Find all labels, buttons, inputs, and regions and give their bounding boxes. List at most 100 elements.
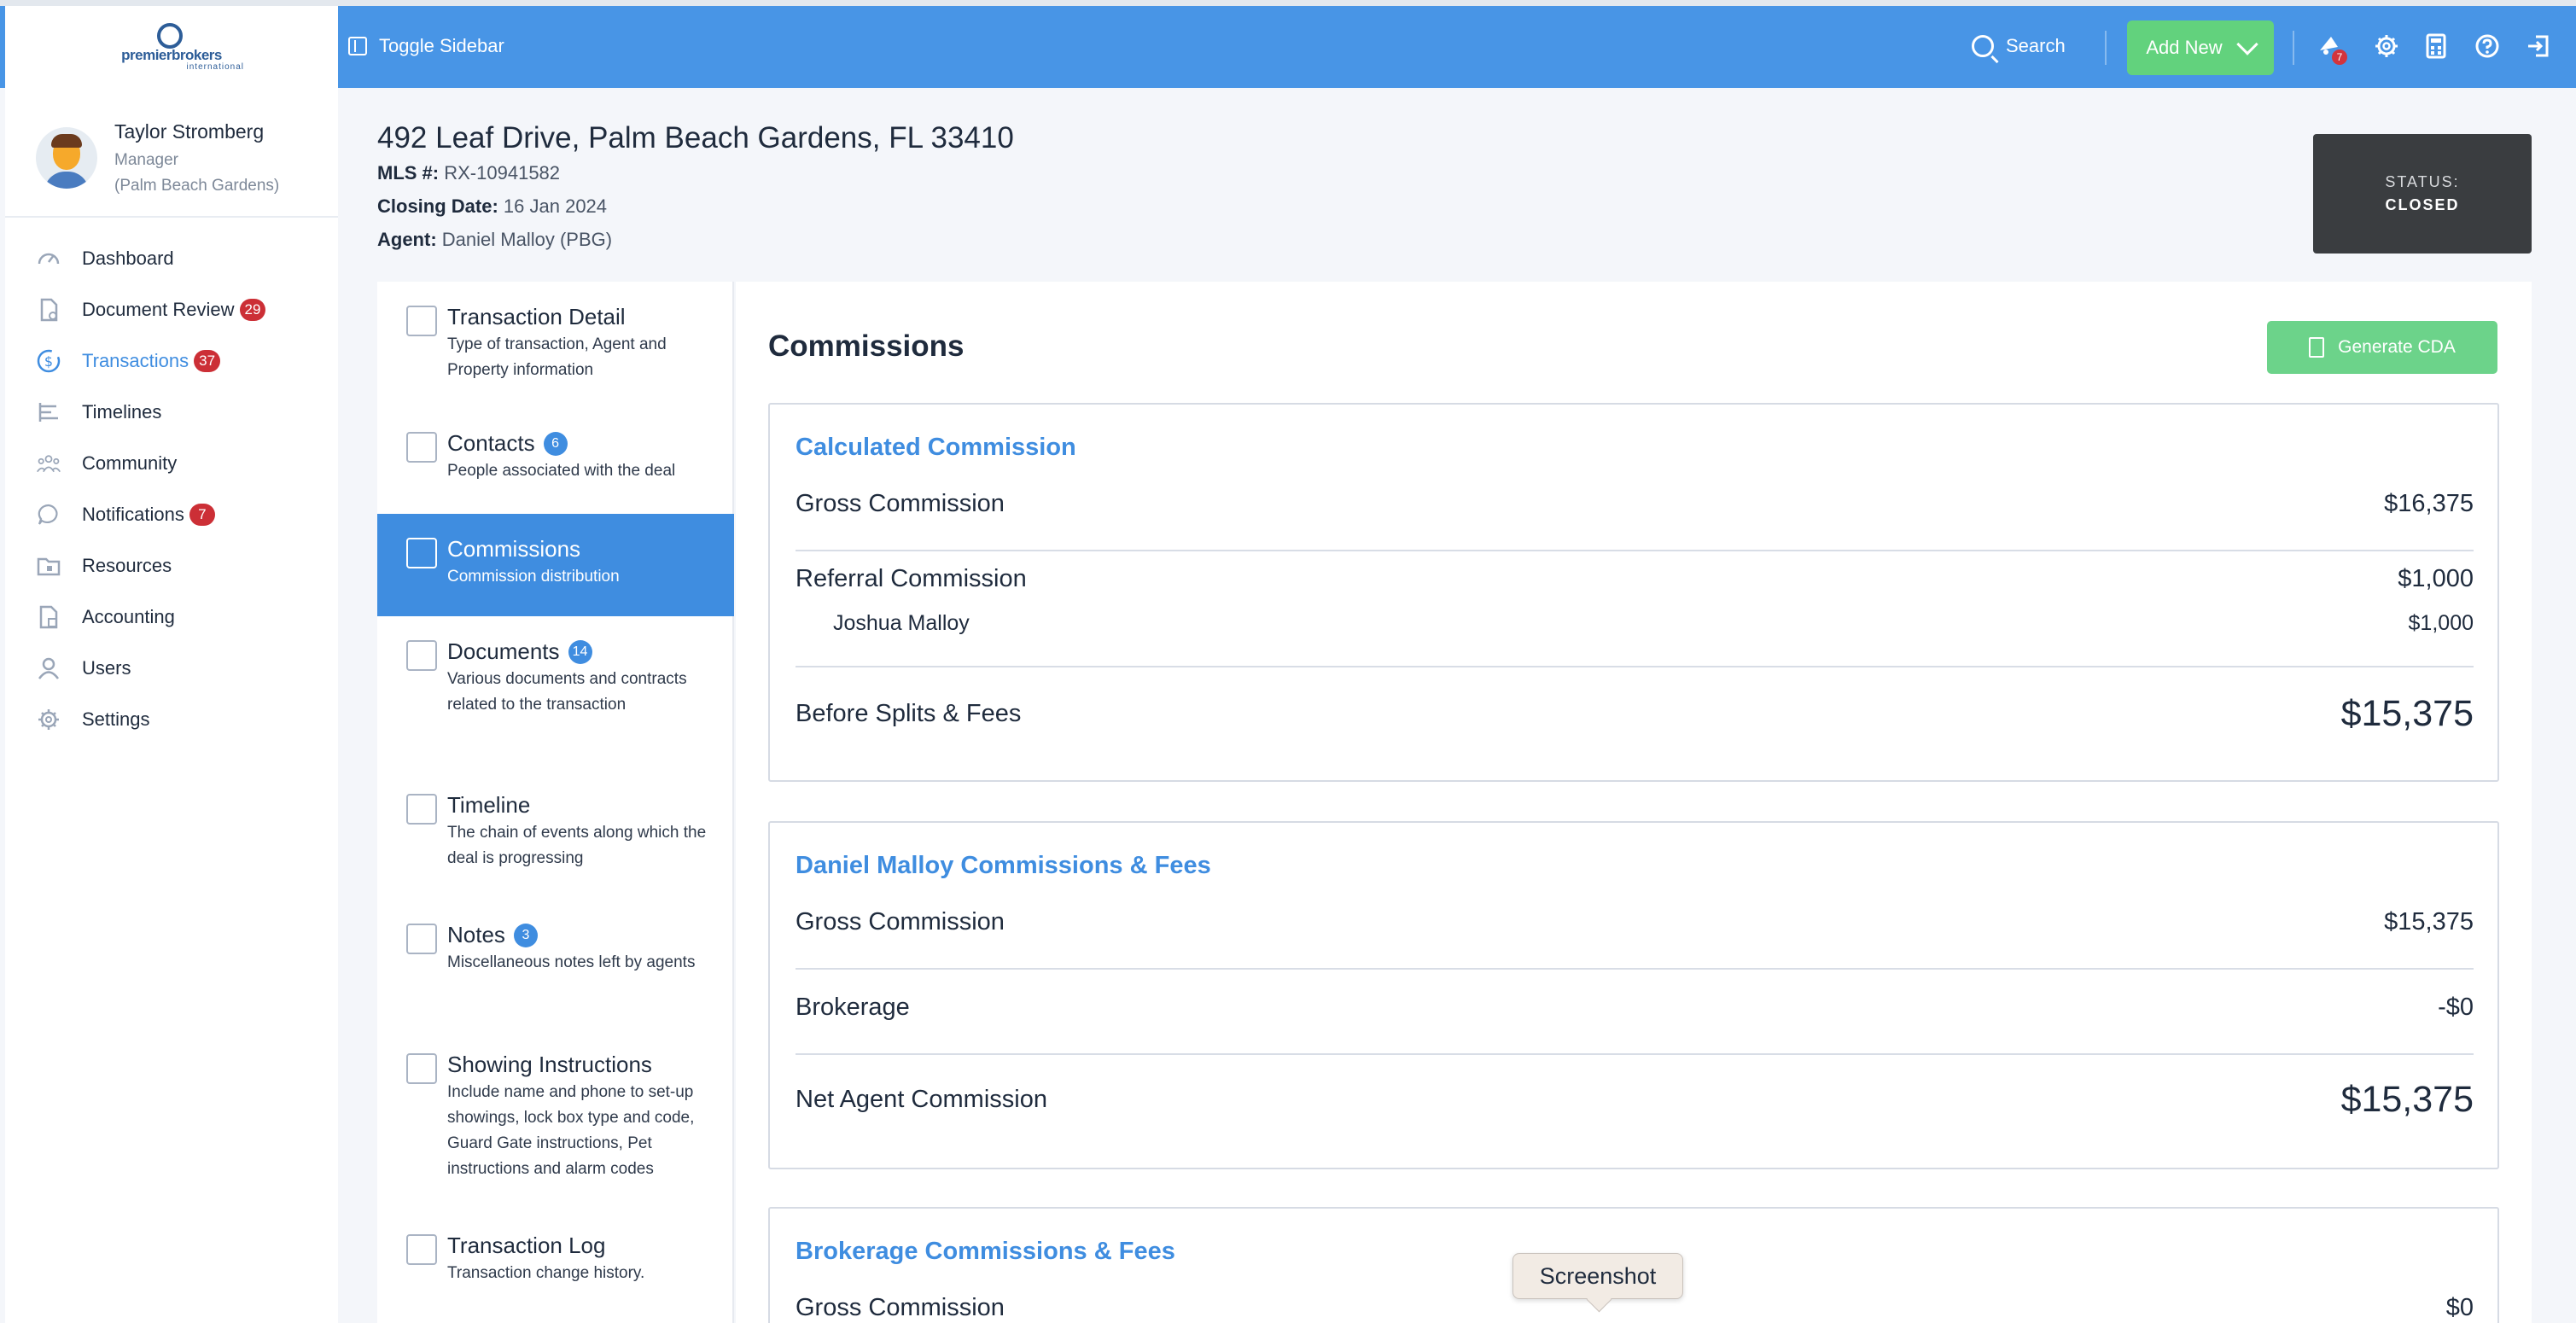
sidebar-item-label: Accounting (82, 606, 175, 627)
agent-commissions-card: Daniel Malloy Commissions & Fees Gross C… (768, 821, 2499, 1169)
row-label: Gross Commission (796, 490, 1005, 517)
documents-count-badge: 14 (568, 639, 592, 664)
page-title: 492 Leaf Drive, Palm Beach Gardens, FL 3… (377, 121, 1014, 154)
sidebar-item-settings[interactable]: Settings (5, 694, 338, 745)
gear-icon (2375, 35, 2398, 57)
community-icon (36, 451, 61, 476)
accounting-icon (36, 604, 61, 630)
status-value: CLOSED (2385, 196, 2460, 213)
sidebar-item-resources[interactable]: Resources (5, 540, 338, 592)
sidebar-item-label: Notifications (82, 504, 184, 525)
hand-money-icon (406, 538, 437, 568)
toggle-sidebar-icon (348, 37, 367, 55)
sidebar: Taylor Stromberg Manager (Palm Beach Gar… (5, 88, 338, 1323)
tab-description: Transaction change history. (447, 1264, 645, 1282)
transactions-badge: 37 (194, 350, 221, 372)
phone-book-icon (406, 432, 437, 463)
screenshot-tooltip: Screenshot (1512, 1253, 1683, 1299)
row-label: Gross Commission (796, 1294, 1005, 1321)
logout-icon (2528, 35, 2549, 57)
toggle-sidebar-button[interactable]: Toggle Sidebar (348, 29, 504, 63)
gross-commission-row: Gross Commission $15,375 (796, 908, 2474, 936)
sidebar-item-timelines[interactable]: Timelines (5, 387, 338, 438)
row-value: $1,000 (2398, 565, 2474, 592)
sidebar-item-accounting[interactable]: Accounting (5, 592, 338, 643)
calculated-commission-card: Calculated Commission Gross Commission $… (768, 403, 2499, 782)
row-label: Before Splits & Fees (796, 700, 1022, 727)
logo-word: premierbrokers (121, 47, 222, 63)
transaction-tabs: Transaction Detail Type of transaction, … (377, 282, 734, 1323)
document-review-badge: 29 (239, 299, 266, 321)
sidebar-item-document-review[interactable]: Document Review 29 (5, 284, 338, 335)
tab-transaction-log[interactable]: Transaction Log Transaction change histo… (377, 1210, 734, 1316)
add-new-button[interactable]: Add New (2127, 20, 2274, 75)
sidebar-item-dashboard[interactable]: Dashboard (5, 233, 338, 284)
tab-contacts[interactable]: Contacts 6 People associated with the dea… (377, 408, 734, 514)
row-label: Net Agent Commission (796, 1086, 1047, 1113)
tab-timeline[interactable]: Timeline The chain of events along which… (377, 770, 734, 900)
topbar-divider (2105, 31, 2107, 65)
sidebar-item-community[interactable]: Community (5, 438, 338, 489)
tab-commissions[interactable]: Commissions Commission distribution (377, 514, 734, 616)
row-value: $1,000 (2408, 611, 2474, 635)
tab-showing-instructions[interactable]: Showing Instructions Include name and ph… (377, 1029, 734, 1210)
user-role: Manager (114, 151, 178, 169)
closing-date: Closing Date: 16 Jan 2024 (377, 195, 607, 218)
document-review-icon (36, 297, 61, 323)
tab-title: Timeline (447, 792, 531, 818)
house-icon (406, 1053, 437, 1084)
divider (796, 550, 2474, 551)
document-icon (2309, 337, 2325, 358)
user-profile[interactable]: Taylor Stromberg Manager (Palm Beach Gar… (5, 88, 338, 218)
tab-transaction-detail[interactable]: Transaction Detail Type of transaction, … (377, 282, 734, 408)
user-location: (Palm Beach Gardens) (114, 177, 280, 195)
card-heading: Daniel Malloy Commissions & Fees (796, 852, 1211, 879)
tab-documents[interactable]: Documents 14 Various documents and contra… (377, 616, 734, 770)
settings-button[interactable] (2373, 32, 2400, 60)
closing-label: Closing Date: (377, 195, 498, 217)
sidebar-item-users[interactable]: Users (5, 643, 338, 694)
row-value: $0 (2445, 1294, 2474, 1321)
calculator-icon (2426, 33, 2446, 59)
sidebar-item-transactions[interactable]: $ Transactions 37 (5, 335, 338, 387)
logout-button[interactable] (2525, 32, 2552, 60)
notifications-badge: 7 (189, 504, 215, 526)
tab-description: Include name and phone to set-up showing… (447, 1083, 695, 1178)
mls-label: MLS #: (377, 162, 440, 184)
chevron-down-icon (2235, 33, 2258, 55)
tab-description: Various documents and contracts related … (447, 670, 687, 714)
logo-area[interactable]: premierbrokers international (5, 6, 338, 88)
logo: premierbrokers international (99, 23, 244, 72)
row-label: Joshua Malloy (833, 611, 970, 635)
tab-description: Type of transaction, Agent and Property … (447, 335, 667, 379)
help-button[interactable] (2474, 32, 2501, 60)
notes-count-badge: 3 (513, 923, 538, 947)
sidebar-item-label: Community (82, 452, 178, 474)
referral-person-row: Joshua Malloy $1,000 (796, 611, 2474, 636)
sidebar-item-label: Resources (82, 555, 172, 576)
calculator-button[interactable] (2422, 32, 2450, 60)
document-icon (406, 640, 437, 671)
search-button[interactable]: Search (1972, 29, 2066, 63)
topbar-divider (2293, 31, 2294, 65)
row-value: $15,375 (2384, 908, 2474, 935)
log-icon (406, 1234, 437, 1265)
tab-notes[interactable]: Notes 3 Miscellaneous notes left by agent… (377, 900, 734, 1029)
logo-sub: international (186, 62, 244, 72)
commissions-panel: Commissions Generate CDA Calculated Comm… (736, 282, 2532, 1323)
tab-title: Commissions (447, 536, 581, 562)
generate-cda-button[interactable]: Generate CDA (2267, 321, 2497, 374)
search-icon (1972, 35, 1994, 57)
timeline-icon (406, 794, 437, 825)
divider (796, 968, 2474, 970)
tab-title: Notes (447, 922, 505, 947)
alerts-button[interactable]: 7 (2315, 32, 2347, 65)
status-badge: STATUS: CLOSED (2313, 134, 2532, 254)
dollar-icon: $ (36, 348, 61, 374)
folder-icon (36, 553, 61, 579)
sidebar-item-notifications[interactable]: Notifications 7 (5, 489, 338, 540)
tab-title: Transaction Log (447, 1233, 606, 1258)
card-heading: Brokerage Commissions & Fees (796, 1238, 1175, 1265)
tab-description: Commission distribution (447, 568, 620, 586)
row-label: Brokerage (796, 994, 910, 1021)
